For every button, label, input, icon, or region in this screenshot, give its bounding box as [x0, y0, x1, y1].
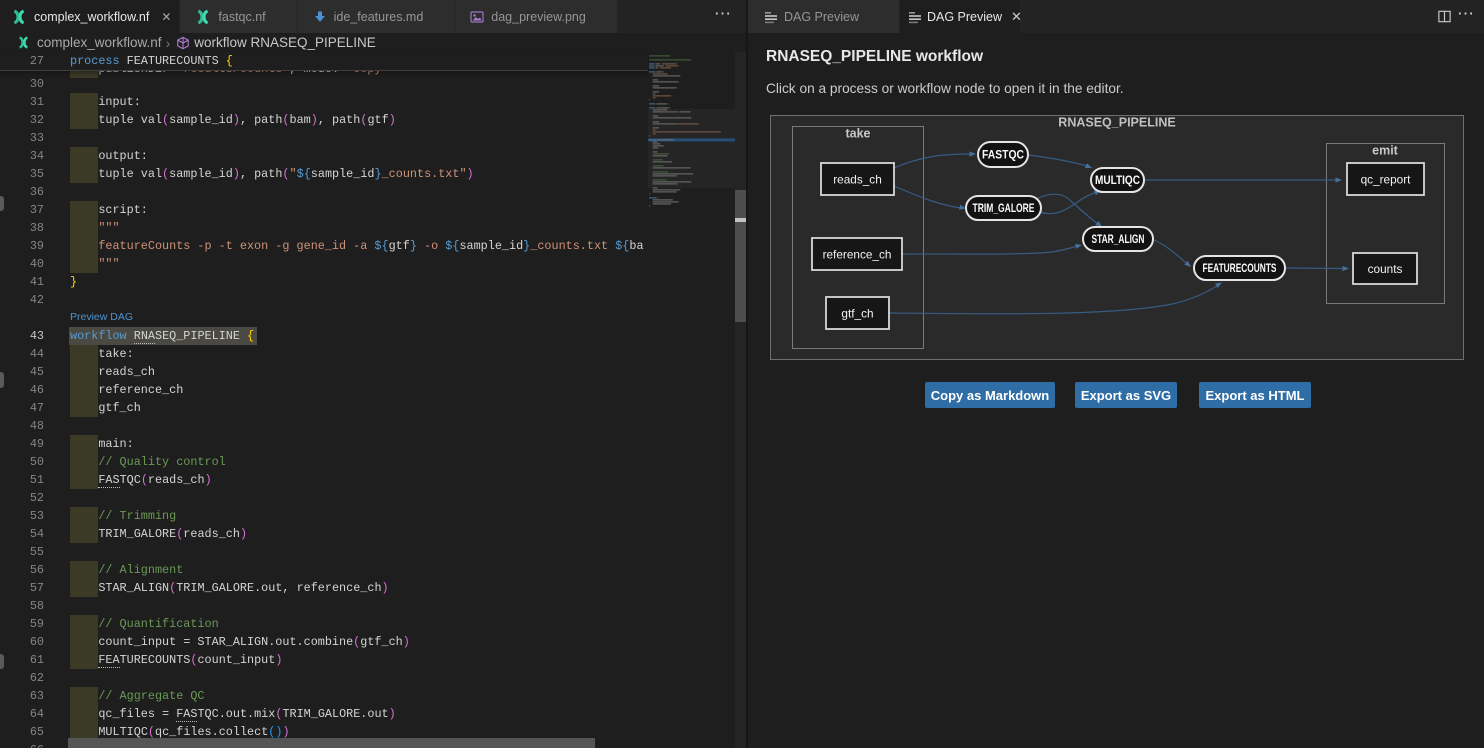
- svg-text:emit: emit: [1372, 144, 1399, 158]
- svg-text:RNASEQ_PIPELINE: RNASEQ_PIPELINE: [1058, 116, 1175, 130]
- svg-text:TRIM_GALORE: TRIM_GALORE: [973, 203, 1035, 215]
- svg-text:gtf_ch: gtf_ch: [841, 307, 873, 321]
- svg-text:reference_ch: reference_ch: [823, 248, 892, 262]
- svg-text:STAR_ALIGN: STAR_ALIGN: [1092, 234, 1145, 246]
- svg-text:MULTIQC: MULTIQC: [1095, 175, 1140, 187]
- svg-text:reads_ch: reads_ch: [833, 173, 882, 187]
- svg-text:qc_report: qc_report: [1361, 173, 1412, 187]
- svg-text:counts: counts: [1368, 262, 1403, 276]
- svg-text:FEATURECOUNTS: FEATURECOUNTS: [1203, 263, 1277, 275]
- svg-text:take: take: [845, 127, 870, 141]
- svg-text:FASTQC: FASTQC: [982, 150, 1024, 162]
